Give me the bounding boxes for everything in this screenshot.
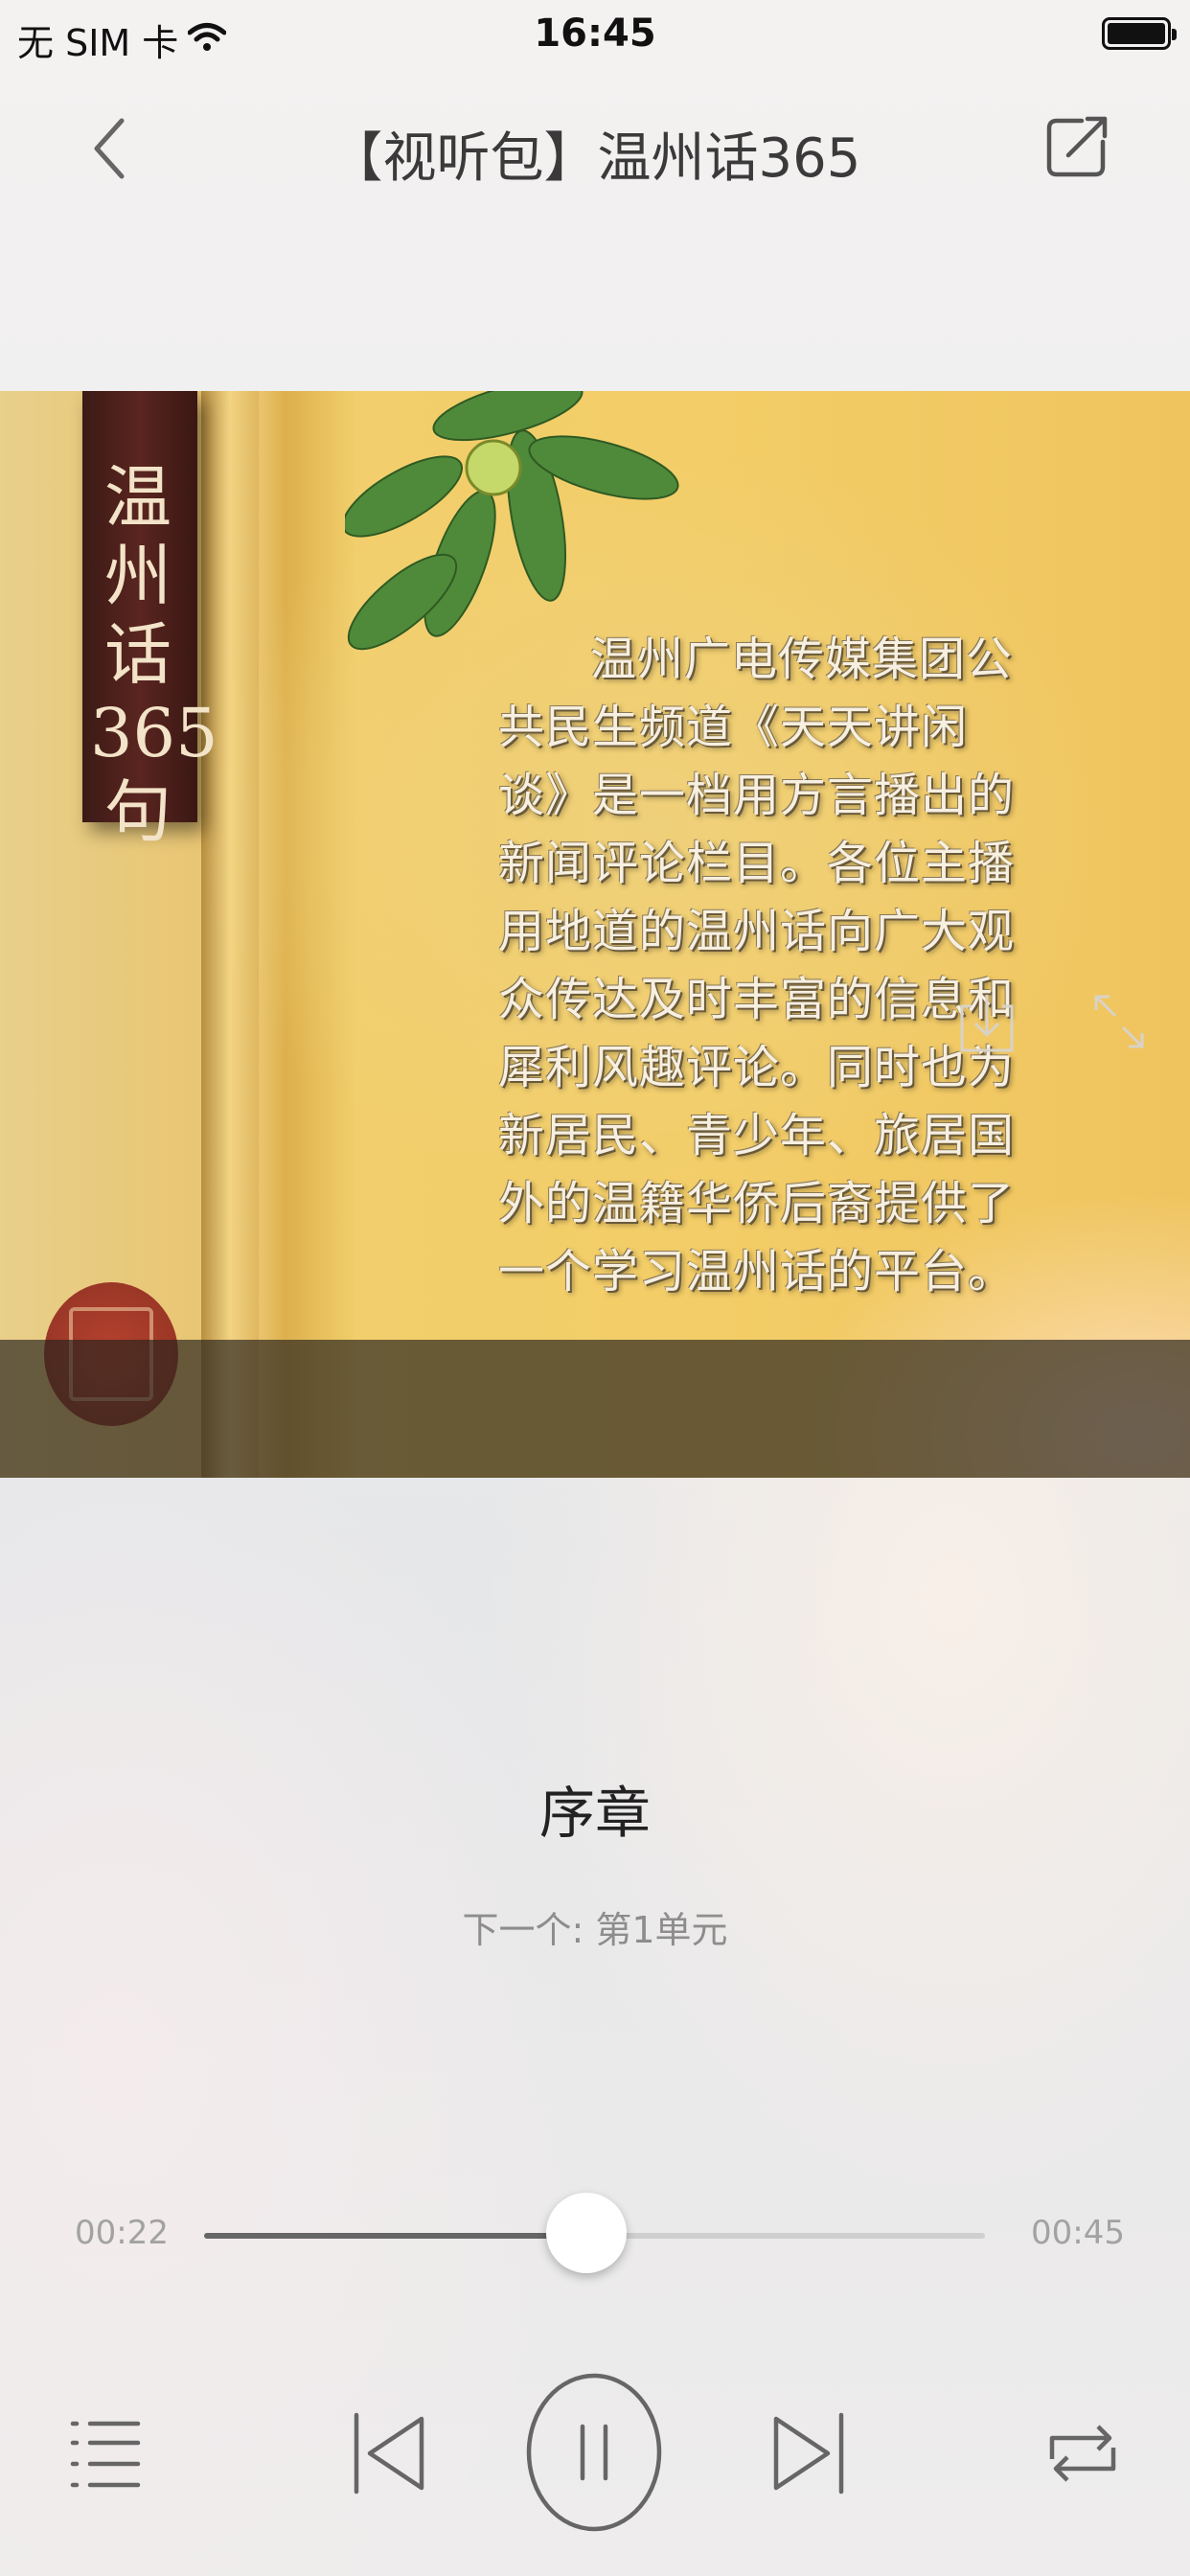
- plaque-title: 温州话365句: [90, 458, 218, 851]
- video-player[interactable]: 温州话365句 温州广电传媒集团公共民生频道《天天讲闲谈》是一档用方言播出的新闻…: [0, 391, 1190, 1478]
- list-icon: [70, 2421, 141, 2488]
- expand-icon: [1094, 995, 1144, 1048]
- next-track-label: 下一个: 第1单元: [462, 1909, 728, 1951]
- pause-button[interactable]: [525, 2371, 663, 2534]
- page-title: 【视听包】温州话365: [329, 127, 861, 190]
- video-download-button[interactable]: [958, 989, 1016, 1056]
- skip-back-icon: [354, 2412, 424, 2495]
- repeat-icon: [1049, 2425, 1116, 2482]
- progress-fill: [204, 2233, 587, 2239]
- total-time: 00:45: [1031, 2214, 1125, 2252]
- download-icon: [960, 995, 1014, 1052]
- video-description: 温州广电传媒集团公共民生频道《天天讲闲谈》是一档用方言播出的新闻评论栏目。各位主…: [498, 632, 1016, 1299]
- track-title: 序章: [538, 1781, 651, 1846]
- previous-button[interactable]: [345, 2405, 431, 2501]
- battery-icon: [1102, 17, 1177, 50]
- share-icon: [1046, 116, 1108, 177]
- video-fullscreen-button[interactable]: [1090, 987, 1148, 1054]
- share-button[interactable]: [1040, 107, 1116, 184]
- pause-icon: [526, 2373, 662, 2532]
- current-time: 00:22: [75, 2214, 169, 2252]
- progress-thumb[interactable]: [546, 2193, 628, 2273]
- status-time: 16:45: [534, 12, 656, 56]
- next-button[interactable]: [767, 2405, 853, 2501]
- repeat-button[interactable]: [1044, 2405, 1121, 2501]
- playlist-button[interactable]: [67, 2410, 144, 2496]
- status-bar: 无 SIM 卡 16:45: [0, 0, 1190, 72]
- skip-forward-icon: [773, 2412, 844, 2495]
- title-plaque: 温州话365句: [82, 391, 218, 851]
- magnolia-leaves-decoration: [345, 391, 679, 651]
- video-control-bar: [0, 1340, 1190, 1478]
- nav-bar: 【视听包】温州话365: [0, 86, 1190, 211]
- scroll-edge-decoration: [201, 391, 259, 1478]
